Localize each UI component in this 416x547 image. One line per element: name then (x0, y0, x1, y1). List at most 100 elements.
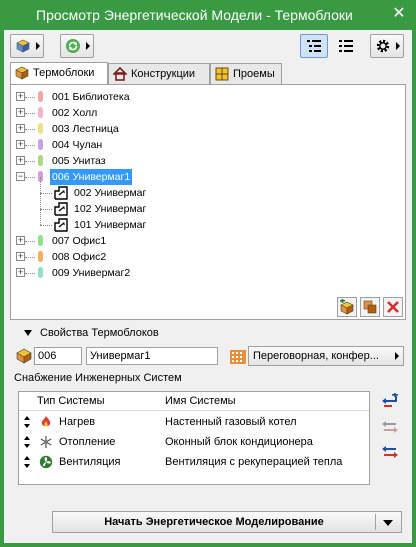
dropdown-arrow-icon (396, 42, 400, 50)
expand-icon[interactable]: + (16, 140, 25, 149)
column-header-type: Тип Системы (37, 395, 105, 407)
expand-icon[interactable]: + (16, 236, 25, 245)
thermal-blocks-panel: +001 Библиотека +002 Холл +003 Лестница +00… (10, 84, 406, 320)
zone-name: Холл (72, 107, 98, 119)
start-button-label: Начать Энергетическое Моделирование (104, 516, 324, 528)
expand-icon[interactable]: + (16, 92, 25, 101)
system-name: Вентиляция с рекуперацией тепла (165, 456, 343, 468)
model-icon (16, 39, 30, 53)
properties-header[interactable]: Свойства Термоблоков (10, 324, 406, 342)
zone-color-swatch (38, 91, 43, 102)
room-icon (54, 218, 68, 232)
delete-zone-button[interactable] (383, 297, 403, 317)
zone-color-swatch (38, 139, 43, 150)
column-header-name: Имя Системы (165, 395, 236, 407)
system-type: Нагрев (59, 416, 96, 428)
zone-number: 003 (52, 123, 70, 135)
zone-name: Унитаз (72, 155, 106, 167)
tree-item-room[interactable]: 102 Универмаг (16, 193, 386, 217)
tab-thermal-blocks[interactable]: Термоблоки (10, 62, 108, 85)
systems-header: Снабжение Инженерных Систем (14, 372, 182, 384)
tree-item-room[interactable]: 002 Универмаг (16, 177, 386, 201)
zone-number-field[interactable]: 006 (34, 347, 82, 365)
thermal-block-tree[interactable]: +001 Библиотека +002 Холл +003 Лестница +00… (16, 89, 392, 289)
room-number: 101 (74, 219, 92, 231)
system-row[interactable]: Вентиляция Вентиляция с рекуперацией тепл… (19, 452, 369, 472)
tree-connector (40, 209, 52, 210)
tree-connector (40, 225, 52, 226)
house-icon (113, 67, 127, 81)
room-icon (54, 202, 68, 216)
tree-item-zone[interactable]: +004 Чулан (16, 137, 386, 153)
detail-view-button[interactable] (332, 34, 360, 58)
expand-icon[interactable]: + (16, 156, 25, 165)
tree-item-label: 102 Универмаг (74, 201, 146, 217)
chevron-down-icon[interactable] (383, 520, 393, 526)
drag-handle-icon[interactable] (23, 456, 31, 468)
tree-item-label: 004 Чулан (52, 137, 102, 153)
zone-category-dropdown[interactable]: Переговорная, конфер... (248, 346, 404, 366)
zone-number: 009 (52, 267, 70, 279)
gear-icon (376, 39, 390, 53)
add-zone-icon (340, 299, 354, 315)
system-row[interactable]: Нагрев Настенный газовый котел (19, 412, 369, 432)
model-menu-button[interactable] (10, 34, 44, 58)
tree-item-label: 007 Офис1 (52, 233, 106, 249)
tree-item-zone[interactable]: +009 Универмаг2 (16, 265, 386, 281)
tree-item-label: 008 Офис2 (52, 249, 106, 265)
tree-item-zone[interactable]: +003 Лестница (16, 121, 386, 137)
tree-connector (25, 145, 35, 146)
system-row[interactable]: Отопление Оконный блок кондиционера (19, 432, 369, 452)
drag-handle-icon[interactable] (23, 436, 31, 448)
tree-item-label: 009 Универмаг2 (52, 265, 130, 281)
snowflake-icon (40, 436, 52, 448)
zone-name-field[interactable]: Универмаг1 (86, 347, 218, 365)
add-zone-button[interactable] (337, 297, 357, 317)
dropdown-arrow-icon (36, 42, 40, 50)
expand-icon[interactable]: + (16, 268, 25, 277)
title-bar[interactable]: Просмотр Энергетической Модели - Термобл… (0, 0, 416, 30)
tab-constructions[interactable]: Конструкции (108, 63, 210, 84)
refresh-menu-button[interactable] (60, 34, 94, 58)
zone-icon (16, 348, 32, 364)
tree-item-label: 001 Библиотека (52, 89, 130, 105)
swap-system-disabled-button[interactable] (380, 417, 400, 437)
tree-item-zone[interactable]: +008 Офис2 (16, 249, 386, 265)
swap-system-button[interactable] (380, 442, 400, 462)
tab-label: Конструкции (131, 68, 196, 80)
swap-gray-icon (382, 421, 398, 433)
list-view-button[interactable] (300, 34, 328, 58)
tab-openings[interactable]: Проемы (210, 63, 282, 84)
zone-color-swatch (38, 267, 43, 278)
tree-item-label: 003 Лестница (52, 121, 119, 137)
expand-icon[interactable]: + (16, 252, 25, 261)
tree-connector (40, 209, 41, 225)
system-type: Отопление (59, 436, 116, 448)
tree-connector (25, 273, 35, 274)
room-name: Универмаг (94, 187, 147, 199)
zone-color-swatch (38, 107, 43, 118)
add-system-button[interactable] (380, 392, 400, 412)
tree-connector (25, 241, 35, 242)
drag-handle-icon[interactable] (23, 416, 31, 428)
expand-icon[interactable]: + (16, 124, 25, 133)
settings-menu-button[interactable] (370, 34, 404, 58)
tree-item-label: 002 Холл (52, 105, 97, 121)
tree-item-zone[interactable]: +001 Библиотека (16, 89, 386, 105)
tree-item-room[interactable]: 101 Универмаг (16, 209, 386, 233)
tree-item-label: 005 Унитаз (52, 153, 106, 169)
tree-item-zone[interactable]: − 006 Универмаг1 (16, 169, 386, 185)
merge-zones-button[interactable] (360, 297, 380, 317)
tree-item-zone[interactable]: +002 Холл (16, 105, 386, 121)
zone-color-swatch (38, 251, 43, 262)
tab-label: Проемы (233, 68, 275, 80)
zone-number: 004 (52, 139, 70, 151)
collapse-icon[interactable]: − (16, 172, 25, 181)
close-icon[interactable]: ✕ (392, 6, 406, 22)
start-energy-simulation-button[interactable]: Начать Энергетическое Моделирование (52, 511, 402, 533)
expand-icon[interactable]: + (16, 108, 25, 117)
tree-item-zone[interactable]: +005 Унитаз (16, 153, 386, 169)
zone-number: 006 (52, 171, 70, 183)
tree-item-zone[interactable]: +007 Офис1 (16, 233, 386, 249)
dialog-body: Термоблоки Конструкции Проемы +001 Библи… (4, 30, 412, 543)
